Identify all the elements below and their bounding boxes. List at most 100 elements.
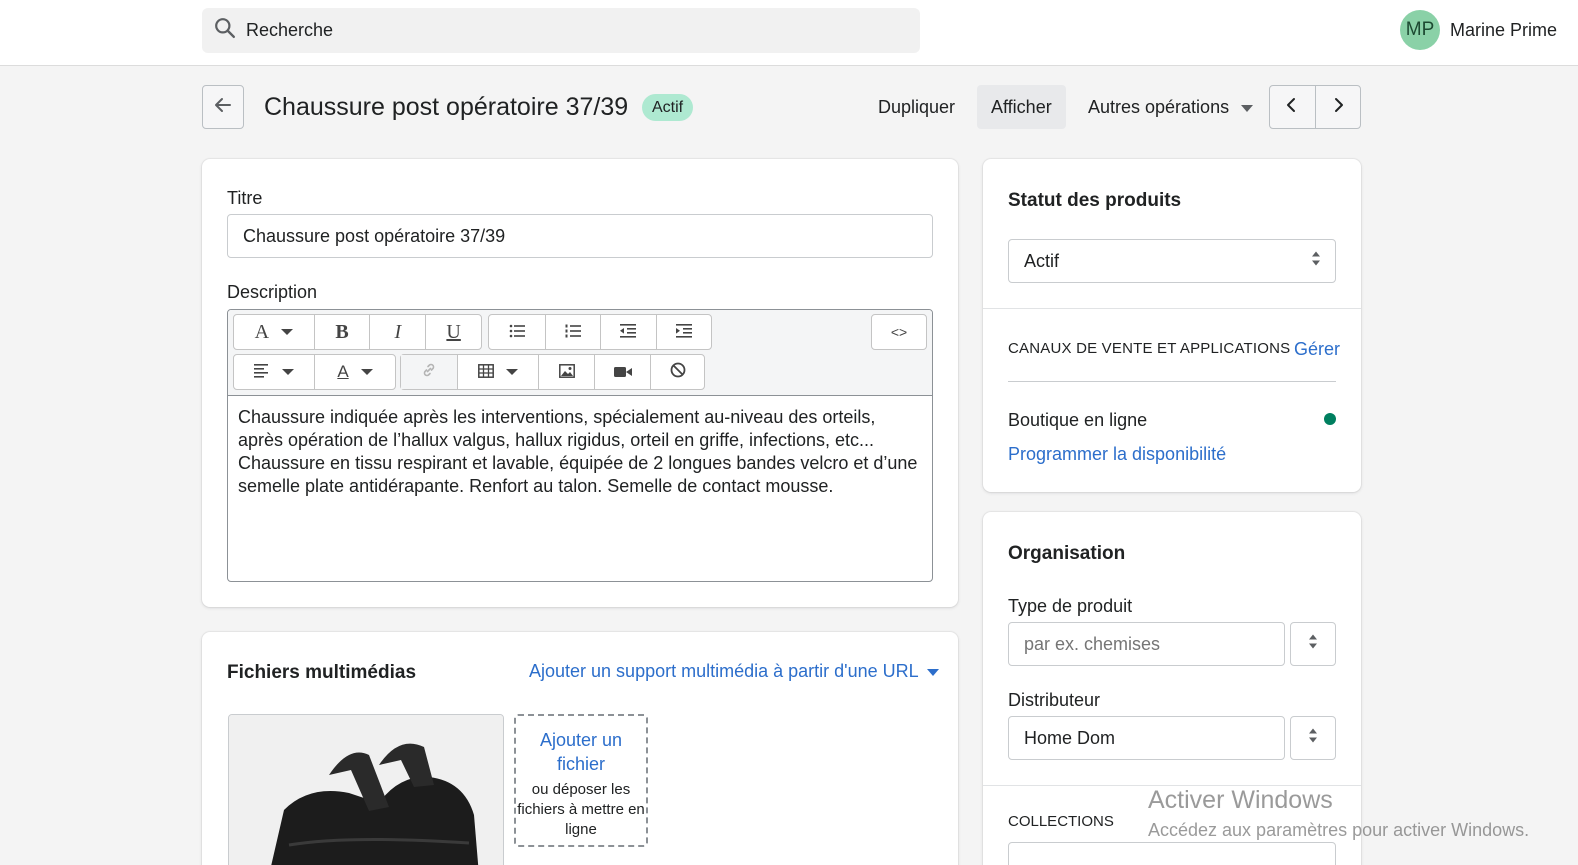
vendor-label: Distributeur (1008, 690, 1101, 710)
more-actions-label: Autres opérations (1088, 97, 1230, 117)
insert-group (400, 354, 705, 390)
vendor-input[interactable]: Home Dom (1008, 716, 1285, 760)
upload-hint: ou déposer les fichiers à mettre en lign… (517, 781, 645, 838)
chevron-left-icon (1284, 97, 1300, 118)
underline-button[interactable]: U (425, 315, 481, 349)
vendor-dropdown[interactable] (1290, 716, 1336, 760)
table-button[interactable] (457, 355, 538, 389)
link-icon (421, 361, 437, 384)
add-media-url-label: Ajouter un support multimédia à partir d… (529, 661, 918, 681)
description-label: Description (227, 282, 318, 302)
font-style-button[interactable]: A (234, 315, 314, 349)
status-select-value: Actif (1024, 250, 1060, 271)
vendor-value: Home Dom (1024, 727, 1116, 748)
divider (983, 308, 1361, 309)
clear-formatting-button[interactable] (650, 355, 704, 389)
previous-product-button[interactable] (1270, 86, 1315, 128)
table-icon (478, 361, 494, 384)
caret-down-icon (926, 668, 939, 676)
video-camera-icon (613, 361, 632, 384)
view-button[interactable]: Afficher (977, 85, 1066, 129)
select-arrows-icon (1308, 634, 1318, 655)
text-color-icon: A (337, 362, 349, 381)
editor-toolbar: A B I U <> A (228, 310, 932, 396)
collections-heading: COLLECTIONS (1008, 813, 1114, 830)
numbered-list-button[interactable] (544, 315, 601, 349)
indent-button[interactable] (655, 315, 712, 349)
product-pager (1269, 85, 1361, 129)
alignment-color-group: A (233, 354, 396, 390)
show-html-button[interactable]: <> (872, 315, 926, 349)
windows-activation-title: Activer Windows (1148, 786, 1333, 814)
add-media-url-link[interactable]: Ajouter un support multimédia à partir d… (529, 661, 939, 682)
outdent-button[interactable] (600, 315, 656, 349)
product-type-input[interactable] (1008, 622, 1285, 666)
more-actions-button[interactable]: Autres opérations (1074, 85, 1267, 129)
page-title: Chaussure post opératoire 37/39 (264, 93, 629, 121)
insert-video-button[interactable] (594, 355, 650, 389)
bold-button[interactable]: B (313, 315, 370, 349)
avatar[interactable]: MP (1400, 10, 1440, 50)
search-bar[interactable] (202, 8, 920, 53)
format-group: A B I U (233, 314, 482, 350)
status-badge: Actif (642, 94, 694, 121)
caret-down-icon (360, 369, 373, 375)
windows-activation-subtitle: Accédez aux paramètres pour activer Wind… (1148, 820, 1530, 840)
next-product-button[interactable] (1314, 86, 1360, 128)
search-input[interactable] (246, 20, 846, 41)
align-button[interactable] (234, 355, 314, 389)
bullet-list-button[interactable] (489, 315, 545, 349)
description-text-area[interactable]: Chaussure indiquée après les interventio… (238, 406, 924, 498)
italic-button[interactable]: I (369, 315, 425, 349)
caret-down-icon (1241, 104, 1254, 112)
collections-search-input[interactable] (1008, 842, 1336, 865)
chevron-right-icon (1330, 97, 1346, 118)
shoe-image (229, 715, 503, 865)
align-left-icon (254, 361, 270, 384)
back-button[interactable] (202, 85, 244, 129)
file-dropzone[interactable]: Ajouter un fichier ou déposer les fichie… (514, 714, 648, 847)
user-name[interactable]: Marine Prime (1450, 20, 1557, 41)
bullet-list-icon (509, 321, 525, 344)
image-icon (558, 361, 575, 384)
status-title: Statut des produits (1008, 190, 1182, 211)
title-input[interactable]: Chaussure post opératoire 37/39 (227, 214, 933, 258)
caret-down-icon (506, 369, 518, 375)
select-arrows-icon (1308, 728, 1318, 749)
title-value: Chaussure post opératoire 37/39 (243, 225, 506, 246)
manage-channels-link[interactable]: Gérer (1294, 339, 1340, 360)
top-bar: MP Marine Prime (0, 0, 1578, 66)
duplicate-button[interactable]: Dupliquer (864, 85, 969, 129)
schedule-availability-link[interactable]: Programmer la disponibilité (1008, 444, 1226, 465)
channel-active-dot (1324, 413, 1336, 425)
link-button[interactable] (401, 355, 457, 389)
arrow-left-icon (213, 95, 233, 120)
product-image[interactable] (228, 714, 504, 865)
caret-down-icon (282, 369, 294, 375)
list-group (488, 314, 712, 350)
user-menu[interactable]: MP Marine Prime (1400, 10, 1557, 50)
text-color-button[interactable]: A (314, 355, 395, 389)
add-file-link[interactable]: Ajouter un fichier (516, 728, 646, 776)
status-select[interactable]: Actif (1008, 239, 1336, 283)
select-arrows-icon (1311, 251, 1321, 272)
outdent-icon (620, 321, 637, 344)
font-icon: A (254, 320, 270, 343)
numbered-list-icon (565, 321, 581, 344)
html-group: <> (871, 314, 927, 350)
online-store-channel: Boutique en ligne (1008, 410, 1148, 430)
clear-formatting-icon (670, 361, 686, 384)
divider (1008, 381, 1336, 382)
description-editor: A B I U <> A Chaussure indiquée après le… (227, 309, 933, 582)
caret-down-icon (281, 329, 294, 335)
insert-image-button[interactable] (538, 355, 594, 389)
product-status-card: Statut des produits Actif CANAUX DE VENT… (983, 159, 1361, 492)
indent-icon (675, 321, 692, 344)
product-type-dropdown[interactable] (1290, 622, 1336, 666)
title-label: Titre (227, 188, 263, 208)
media-title: Fichiers multimédias (227, 662, 417, 683)
organisation-title: Organisation (1008, 543, 1126, 564)
sales-channels-heading: CANAUX DE VENTE ET APPLICATIONS (1008, 340, 1291, 357)
product-details-card: Titre Chaussure post opératoire 37/39 De… (202, 159, 958, 607)
media-card: Fichiers multimédias Ajouter un support … (202, 632, 958, 865)
